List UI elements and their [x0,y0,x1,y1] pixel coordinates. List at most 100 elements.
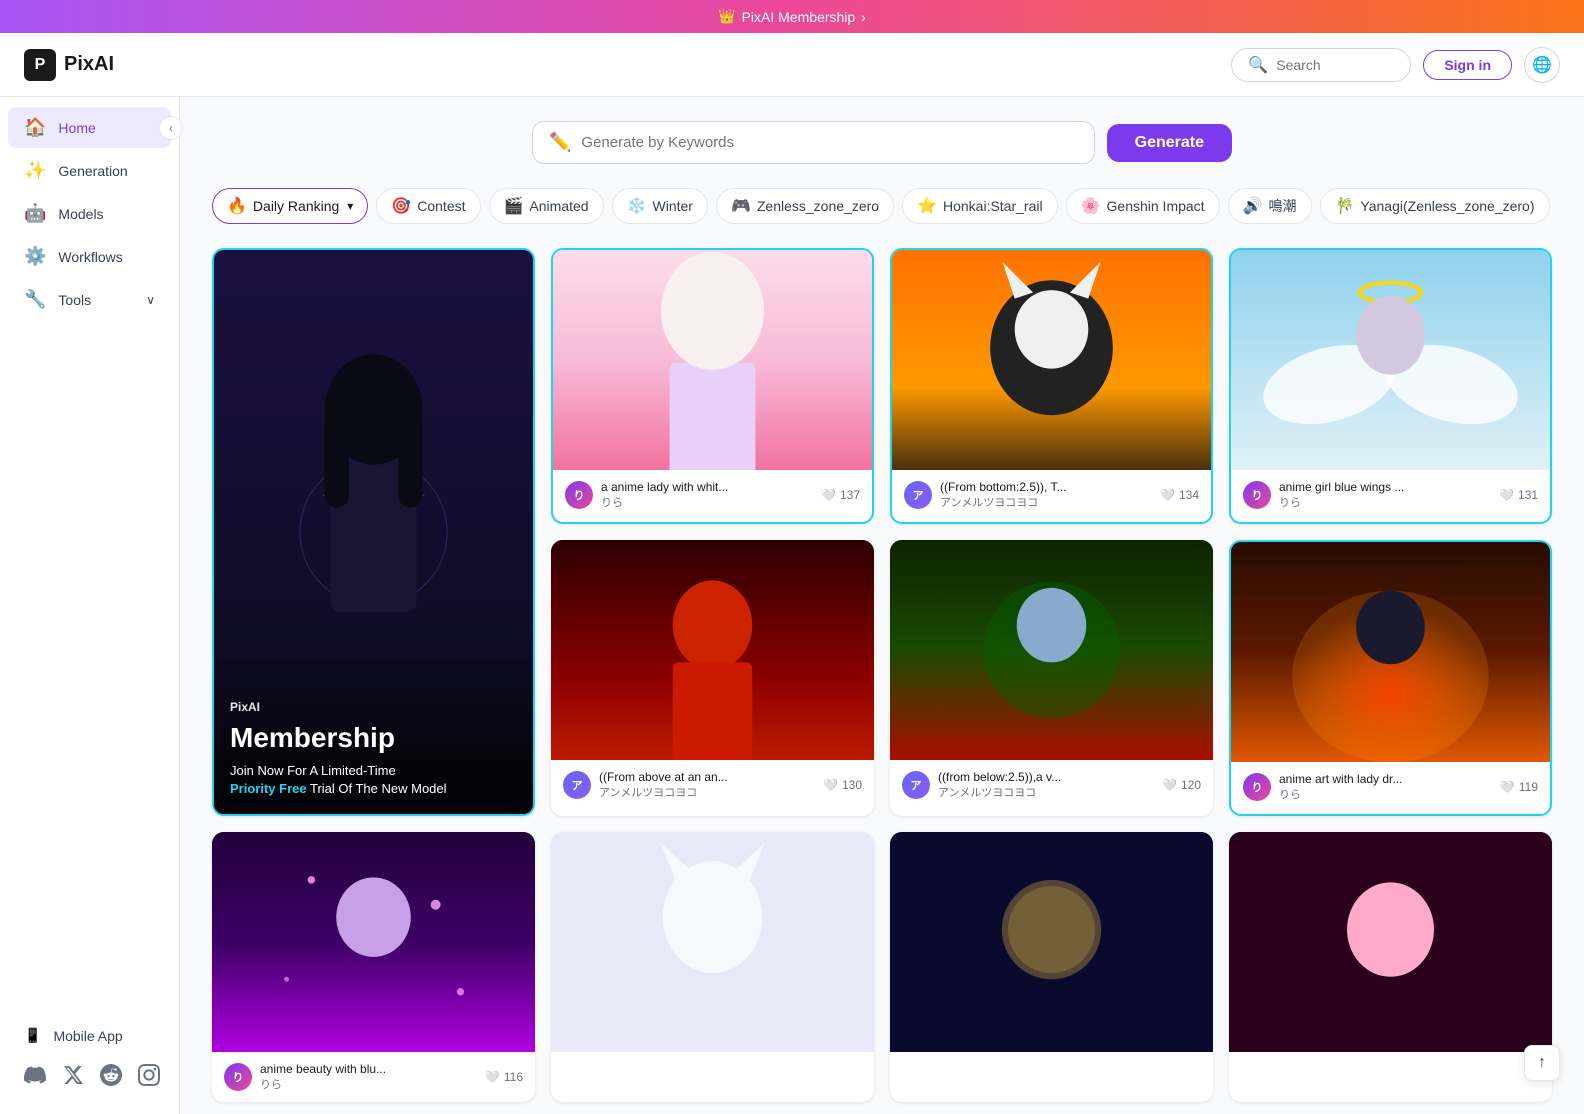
card-avatar-8: り [224,1063,252,1091]
sidebar-collapse-button[interactable]: ‹ [159,116,183,140]
card-image-6 [890,540,1213,760]
mobile-app-icon: 📱 [24,1027,41,1044]
filter-tab-winter[interactable]: ❄️ Winter [612,188,708,224]
filter-tabs: 🔥 Daily Ranking ▾ 🎯 Contest 🎬 Animated ❄… [212,188,1552,228]
image-card-3[interactable]: ア ((From bottom:2.5)), T... アンメルツヨコヨコ 🤍 … [890,248,1213,524]
twitter-icon[interactable] [62,1064,84,1086]
logo[interactable]: P PixAI [24,49,114,81]
sidebar-top: 🏠 Home ‹ ✨ Generation 🤖 Models ⚙️ Workfl… [0,105,179,322]
featured-overlay: PixAI Membership Join Now For A Limited-… [214,640,533,814]
heart-icon-7: 🤍 [1500,780,1515,794]
card-title-3: ((From bottom:2.5)), T... [940,480,1152,494]
image-card-11[interactable] [1229,832,1552,1102]
featured-subtitle-text2: Trial Of The New Model [310,781,447,796]
card-info-2: り a anime lady with whit... りら 🤍 137 [553,470,872,520]
daily-ranking-chevron-icon: ▾ [347,199,353,213]
card-text-6: ((from below:2.5)),a v... アンメルツヨコヨコ [938,770,1154,800]
filter-tab-zenless[interactable]: 🎮 Zenless_zone_zero [716,188,894,224]
sidebar-item-tools[interactable]: 🔧 Tools ∨ [8,279,171,320]
filter-tab-genshin[interactable]: 🌸 Genshin Impact [1066,188,1220,224]
contest-icon: 🎯 [391,196,411,216]
generate-input-wrap[interactable]: ✏️ [532,121,1095,164]
card-author-3: アンメルツヨコヨコ [940,494,1152,510]
likes-count-7: 119 [1519,780,1538,794]
sidebar-item-home[interactable]: 🏠 Home ‹ [8,107,171,148]
card-image-8 [212,832,535,1052]
filter-tab-animated[interactable]: 🎬 Animated [489,188,604,224]
image-card-5[interactable]: ア ((From above at an an... アンメルツヨコヨコ 🤍 1… [551,540,874,816]
image-card-2[interactable]: り a anime lady with whit... りら 🤍 137 [551,248,874,524]
card-image-7 [1231,542,1550,762]
card-text-4: anime girl blue wings ... りら [1279,480,1491,510]
card-avatar-4: り [1243,481,1271,509]
search-input[interactable] [1276,57,1394,73]
tools-icon: 🔧 [24,289,46,310]
main-layout: 🏠 Home ‹ ✨ Generation 🤖 Models ⚙️ Workfl… [0,97,1584,1114]
header: P PixAI 🔍 Sign in 🌐 [0,33,1584,97]
card-info-8: り anime beauty with blu... りら 🤍 116 [212,1052,535,1102]
filter-tab-daily-ranking[interactable]: 🔥 Daily Ranking ▾ [212,188,368,224]
card-title-5: ((From above at an an... [599,770,815,784]
image-card-10[interactable] [890,832,1213,1102]
card-info-4: り anime girl blue wings ... りら 🤍 131 [1231,470,1550,520]
image-card-9[interactable] [551,832,874,1102]
generate-input[interactable] [581,134,1077,151]
discord-icon[interactable] [24,1064,46,1086]
likes-count-4: 131 [1518,488,1538,502]
scroll-top-icon: ↑ [1538,1054,1546,1072]
image-card-4[interactable]: り anime girl blue wings ... りら 🤍 131 [1229,248,1552,524]
yanagi-icon: 🎋 [1335,196,1355,216]
card-info-6: ア ((from below:2.5)),a v... アンメルツヨコヨコ 🤍 … [890,760,1213,810]
featured-card[interactable]: PixAI Membership Join Now For A Limited-… [212,248,535,816]
card-text-5: ((From above at an an... アンメルツヨコヨコ [599,770,815,800]
heart-icon-2: 🤍 [821,488,836,502]
sidebar-label-home: Home [58,120,95,136]
featured-image: PixAI Membership Join Now For A Limited-… [214,250,533,814]
image-card-8[interactable]: り anime beauty with blu... りら 🤍 116 [212,832,535,1102]
image-card-7[interactable]: り anime art with lady dr... りら 🤍 119 [1229,540,1552,816]
scroll-to-top-button[interactable]: ↑ [1524,1045,1560,1081]
header-right: 🔍 Sign in 🌐 [1231,47,1560,83]
filter-tab-yanagi[interactable]: 🎋 Yanagi(Zenless_zone_zero) [1320,188,1550,224]
card-likes-6: 🤍 120 [1162,778,1201,792]
sign-in-button[interactable]: Sign in [1423,50,1512,80]
card-avatar-7: り [1243,773,1271,801]
sidebar-label-tools: Tools [58,292,91,308]
filter-tab-honkai[interactable]: ⭐ Honkai:Star_rail [902,188,1058,224]
sidebar-item-generation[interactable]: ✨ Generation [8,150,171,191]
card-likes-7: 🤍 119 [1500,780,1538,794]
card-likes-5: 🤍 130 [823,778,862,792]
sidebar-item-mobile-app[interactable]: 📱 Mobile App [8,1017,171,1054]
sidebar-label-mobile-app: Mobile App [53,1028,122,1044]
home-icon: 🏠 [24,117,46,138]
reddit-icon[interactable] [100,1064,122,1086]
language-button[interactable]: 🌐 [1524,47,1560,83]
search-box[interactable]: 🔍 [1231,48,1411,82]
card-author-7: りら [1279,786,1492,802]
top-banner[interactable]: 👑 PixAI Membership › [0,0,1584,33]
sidebar-item-models[interactable]: 🤖 Models [8,193,171,234]
card-author-5: アンメルツヨコヨコ [599,784,815,800]
card-title-6: ((from below:2.5)),a v... [938,770,1154,784]
card-title-4: anime girl blue wings ... [1279,480,1491,494]
card-avatar-2: り [565,481,593,509]
filter-tab-noise[interactable]: 🔊 鳴潮 [1228,188,1312,224]
card-image-4 [1231,250,1550,470]
image-card-6[interactable]: ア ((from below:2.5)),a v... アンメルツヨコヨコ 🤍 … [890,540,1213,816]
genshin-icon: 🌸 [1081,196,1101,216]
card-image-2 [553,250,872,470]
main-content: ✏️ Generate 🔥 Daily Ranking ▾ 🎯 Contest … [180,97,1584,1114]
instagram-icon[interactable] [138,1064,160,1086]
banner-text: PixAI Membership [742,9,856,25]
filter-tab-contest[interactable]: 🎯 Contest [376,188,480,224]
card-info-3: ア ((From bottom:2.5)), T... アンメルツヨコヨコ 🤍 … [892,470,1211,520]
card-image-5 [551,540,874,760]
card-info-5: ア ((From above at an an... アンメルツヨコヨコ 🤍 1… [551,760,874,810]
heart-icon-4: 🤍 [1499,488,1514,502]
card-title-7: anime art with lady dr... [1279,772,1492,786]
sidebar-item-workflows[interactable]: ⚙️ Workflows [8,236,171,277]
workflows-icon: ⚙️ [24,246,46,267]
card-author-8: りら [260,1076,477,1092]
filter-label-contest: Contest [417,198,465,214]
generate-button[interactable]: Generate [1107,124,1232,162]
